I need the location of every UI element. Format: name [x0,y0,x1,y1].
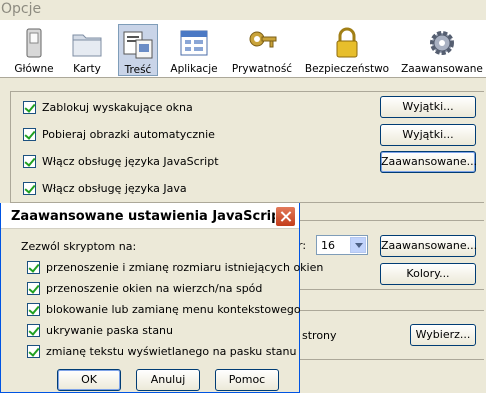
allow-hide-statusbar-checkbox[interactable]: ukrywanie paska stanu [27,323,173,339]
fonts-advanced-button[interactable]: Zaawansowane... [380,235,477,257]
close-icon[interactable] [275,206,296,227]
dialog-options: przenoszenie i zmianę rozmiaru istniejąc… [19,256,323,368]
tab-security[interactable]: Bezpieczeństwo [304,24,390,76]
ok-button[interactable]: OK [57,369,121,391]
load-images-checkbox[interactable]: Pobieraj obrazki automatycznie [23,127,215,143]
help-button[interactable]: Pomoc [215,369,279,391]
cancel-button[interactable]: Anuluj [136,369,200,391]
block-popups-checkbox[interactable]: Zablokuj wyskakujące okna [23,100,193,116]
choose-languages-button[interactable]: Wybierz... [410,324,476,346]
font-size-value: 16 [321,239,335,252]
checkbox-box[interactable] [23,181,36,195]
checkbox-box[interactable] [23,154,36,168]
checkbox-box[interactable] [27,260,40,274]
applications-icon [180,30,208,56]
checkbox-box[interactable] [23,127,36,141]
checkbox-box[interactable] [27,323,40,337]
chevron-down-icon[interactable] [350,237,366,253]
options-toolbar: Główne Karty Treść Aplikacje Prywatność … [0,20,486,78]
switch-icon [26,28,42,58]
dialog-titlebar: Zaawansowane ustawienia JavaScriptu [1,203,299,229]
padlock-icon [336,27,358,58]
languages-text: strony [302,329,337,342]
tab-advanced[interactable]: Zaawansowane [400,24,484,76]
window-titlebar: Opcje [0,0,486,20]
allow-move-resize-checkbox[interactable]: przenoszenie i zmianę rozmiaru istniejąc… [27,260,323,276]
allow-raise-lower-checkbox[interactable]: przenoszenie okien na wierzch/na spód [27,281,262,297]
enable-javascript-checkbox[interactable]: Włącz obsługę języka JavaScript [23,154,219,170]
key-icon [249,31,277,48]
tab-tabs[interactable]: Karty [64,24,110,76]
images-exceptions-button[interactable]: Wyjątki... [380,124,476,146]
folder-tabs-icon [72,34,102,57]
allow-context-menu-checkbox[interactable]: blokowanie lub zamianę menu kontekstoweg… [27,302,301,318]
checkbox-box[interactable] [27,281,40,295]
checkbox-box[interactable] [23,100,36,114]
javascript-advanced-button[interactable]: Zaawansowane... [380,151,477,173]
content-icon [123,31,153,59]
font-size-select[interactable]: 16 [316,235,368,255]
dialog-prompt: Zezwól skryptom na: [21,240,137,253]
colors-button[interactable]: Kolory... [380,263,476,285]
window-title: Opcje [1,1,42,17]
tab-content[interactable]: Treść [118,24,158,76]
enable-java-checkbox[interactable]: Włącz obsługę języka Java [23,181,187,197]
tab-privacy[interactable]: Prywatność [228,24,296,76]
checkbox-box[interactable] [27,344,40,358]
checkbox-box[interactable] [27,302,40,316]
tab-main[interactable]: Główne [10,24,58,76]
tab-applications[interactable]: Aplikacje [166,24,222,76]
gear-icon [430,31,454,55]
popup-exceptions-button[interactable]: Wyjątki... [380,96,476,118]
allow-statusbar-text-checkbox[interactable]: zmianę tekstu wyświetlanego na pasku sta… [27,344,297,360]
dialog-title: Zaawansowane ustawienia JavaScriptu [11,209,296,224]
javascript-advanced-dialog: Zaawansowane ustawienia JavaScriptu Zezw… [0,203,323,393]
